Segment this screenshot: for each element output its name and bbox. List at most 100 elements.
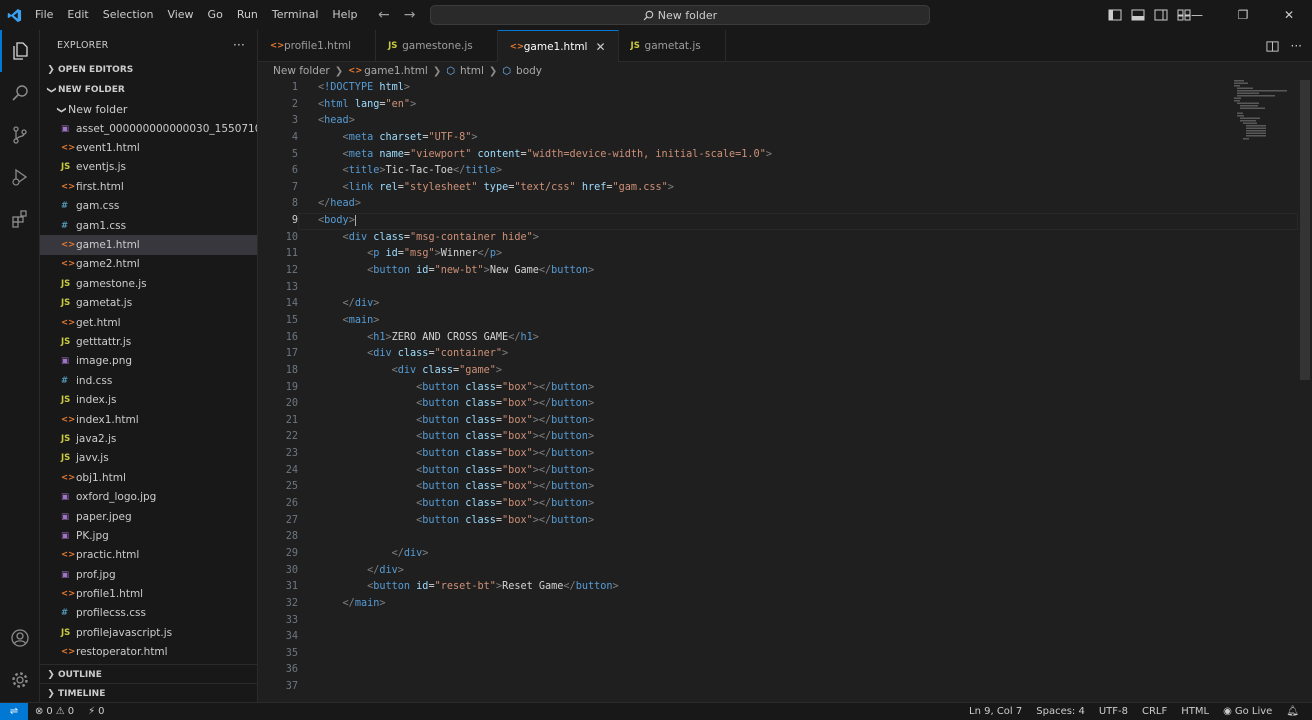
file-item[interactable]: JS gamestone.js <box>40 274 257 293</box>
code-line[interactable]: <!DOCTYPE html> <box>318 80 772 97</box>
file-item[interactable]: ▣ PK.jpg <box>40 526 257 545</box>
file-item[interactable]: <> obj1.html <box>40 468 257 487</box>
file-item[interactable]: ▣ asset_000000000000030_1550710... <box>40 119 257 138</box>
split-editor-icon[interactable] <box>1266 40 1279 53</box>
code-line[interactable]: <button class="box"></button> <box>318 479 772 496</box>
remote-indicator-icon[interactable]: ⇌ <box>0 702 28 720</box>
menu-edit[interactable]: Edit <box>60 0 95 30</box>
file-item[interactable]: JS javv.js <box>40 449 257 468</box>
minimize-icon[interactable]: — <box>1174 0 1220 30</box>
tab-gametat-js[interactable]: JS gametat.js <box>619 30 726 62</box>
menu-run[interactable]: Run <box>230 0 265 30</box>
file-item[interactable]: <> game2.html <box>40 255 257 274</box>
code-line[interactable]: <button class="box"></button> <box>318 446 772 463</box>
breadcrumb-item[interactable]: html <box>460 65 484 77</box>
breadcrumb-item[interactable]: New folder <box>273 65 330 77</box>
file-item[interactable]: <> restoperator.html <box>40 643 257 662</box>
forward-arrow-icon[interactable]: → <box>404 7 416 23</box>
timeline-header[interactable]: ❯ TIMELINE <box>40 683 258 703</box>
file-item[interactable]: <> index1.html <box>40 410 257 429</box>
file-item[interactable]: ▣ paper.jpeg <box>40 507 257 526</box>
code-line[interactable]: <button class="box"></button> <box>318 429 772 446</box>
editor-more-actions-icon[interactable]: ··· <box>1291 39 1302 53</box>
menu-go[interactable]: Go <box>201 0 230 30</box>
search-view-icon[interactable] <box>0 72 40 114</box>
file-item[interactable]: # profilecss.css <box>40 604 257 623</box>
file-item[interactable]: # gam1.css <box>40 216 257 235</box>
code-line[interactable]: <button class="box"></button> <box>318 496 772 513</box>
file-item[interactable]: JS java2.js <box>40 429 257 448</box>
encoding[interactable]: UTF-8 <box>1092 706 1135 717</box>
breadcrumb-item[interactable]: game1.html <box>364 65 428 77</box>
open-editors-section[interactable]: ❯ OPEN EDITORS <box>40 60 257 80</box>
outline-header[interactable]: ❯ OUTLINE <box>40 664 258 684</box>
back-arrow-icon[interactable]: ← <box>378 7 390 23</box>
code-line[interactable]: <main> <box>318 313 772 330</box>
restore-icon[interactable]: ❐ <box>1220 0 1266 30</box>
go-live-button[interactable]: ◉ Go Live <box>1216 706 1279 717</box>
code-line[interactable]: <div class="container"> <box>318 346 772 363</box>
explorer-icon[interactable] <box>0 30 40 72</box>
file-item[interactable]: ▣ prof.jpg <box>40 565 257 584</box>
tab-game1-html[interactable]: <> game1.html ✕ <box>497 30 619 62</box>
code-line[interactable]: </main> <box>318 596 772 613</box>
breadcrumb-item[interactable]: body <box>516 65 542 77</box>
code-line[interactable]: <button class="box"></button> <box>318 413 772 430</box>
language-mode[interactable]: HTML <box>1174 706 1216 717</box>
code-line[interactable]: </div> <box>318 563 772 580</box>
file-item[interactable]: ▣ image.png <box>40 352 257 371</box>
code-line[interactable]: <button class="box"></button> <box>318 380 772 397</box>
file-item[interactable]: JS index.js <box>40 390 257 409</box>
code-line[interactable] <box>318 629 772 646</box>
code-content[interactable]: <!DOCTYPE html> <html lang="en"> <head> <m… <box>318 80 772 696</box>
manage-gear-icon[interactable] <box>0 660 40 700</box>
code-line[interactable] <box>318 646 772 663</box>
code-line[interactable]: <body> <box>318 213 772 230</box>
command-center-search[interactable]: New folder <box>430 5 930 25</box>
indentation[interactable]: Spaces: 4 <box>1029 706 1092 717</box>
folder-new-folder[interactable]: ❯ New folder <box>40 100 257 119</box>
close-window-icon[interactable]: ✕ <box>1266 0 1312 30</box>
code-line[interactable]: </head> <box>318 196 772 213</box>
outline-section[interactable]: ❯ OUTLINE <box>40 664 258 684</box>
code-line[interactable] <box>318 529 772 546</box>
code-line[interactable] <box>318 613 772 630</box>
source-control-icon[interactable] <box>0 114 40 156</box>
code-line[interactable]: <title>Tic-Tac-Toe</title> <box>318 163 772 180</box>
file-item[interactable]: <> get.html <box>40 313 257 332</box>
code-line[interactable]: <meta name="viewport" content="width=dev… <box>318 147 772 164</box>
file-item[interactable]: JS getttattr.js <box>40 332 257 351</box>
problems-indicator[interactable]: ⊗ 0 ⚠ 0 <box>28 706 81 717</box>
toggle-panel-icon[interactable] <box>1131 8 1145 22</box>
code-line[interactable]: <button class="box"></button> <box>318 396 772 413</box>
cursor-position[interactable]: Ln 9, Col 7 <box>962 706 1029 717</box>
menu-help[interactable]: Help <box>325 0 364 30</box>
tab-profile1-html[interactable]: <> profile1.html <box>258 30 377 62</box>
toggle-primary-sidebar-icon[interactable] <box>1108 8 1122 22</box>
code-line[interactable]: <head> <box>318 113 772 130</box>
file-item[interactable]: <> first.html <box>40 177 257 196</box>
file-item[interactable]: JS profilejavascript.js <box>40 623 257 642</box>
accounts-icon[interactable] <box>0 618 40 658</box>
menu-terminal[interactable]: Terminal <box>265 0 326 30</box>
code-line[interactable]: </div> <box>318 296 772 313</box>
code-line[interactable]: <h1>ZERO AND CROSS GAME</h1> <box>318 330 772 347</box>
code-line[interactable]: <button id="reset-bt">Reset Game</button… <box>318 579 772 596</box>
file-item[interactable]: <> event1.html <box>40 138 257 157</box>
file-item[interactable]: # ind.css <box>40 371 257 390</box>
code-editor[interactable]: 1 2 3 4 5 6 7 8 9 10 11 12 13 14 15 16 17 18 19 20 21 22 23 24 2… <box>258 80 1312 702</box>
code-line[interactable]: <link rel="stylesheet" type="text/css" h… <box>318 180 772 197</box>
menu-file[interactable]: File <box>28 0 60 30</box>
run-debug-icon[interactable] <box>0 156 40 198</box>
minimap[interactable] <box>1234 80 1290 140</box>
code-line[interactable]: <button class="box"></button> <box>318 463 772 480</box>
code-line[interactable] <box>318 280 772 297</box>
menu-view[interactable]: View <box>160 0 200 30</box>
explorer-more-actions-icon[interactable]: ··· <box>233 38 245 52</box>
code-line[interactable]: <button id="new-bt">New Game</button> <box>318 263 772 280</box>
code-line[interactable]: <meta charset="UTF-8"> <box>318 130 772 147</box>
file-item[interactable]: # gam.css <box>40 197 257 216</box>
code-line[interactable]: <html lang="en"> <box>318 97 772 114</box>
code-line[interactable]: <button class="box"></button> <box>318 513 772 530</box>
workspace-section[interactable]: ❯ NEW FOLDER <box>40 80 257 100</box>
